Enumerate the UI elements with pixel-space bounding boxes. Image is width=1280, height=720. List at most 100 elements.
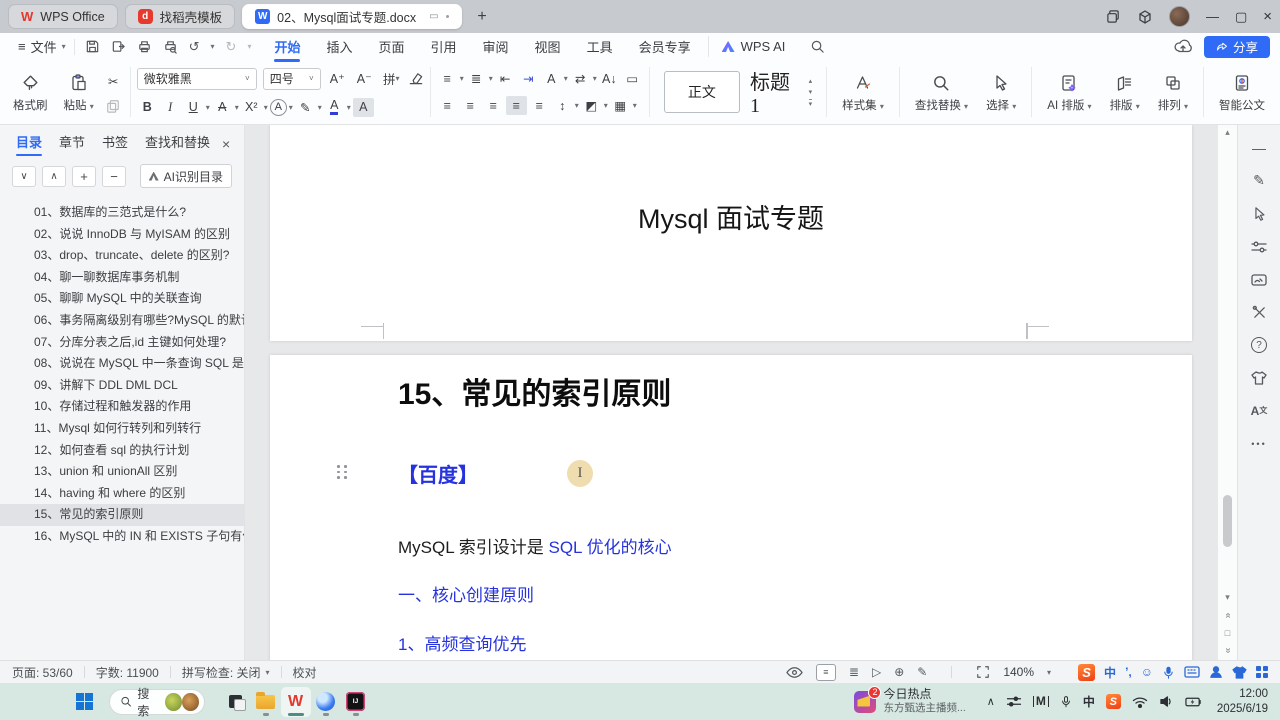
restore-button[interactable]: ▢ <box>1235 9 1247 25</box>
voice-input-icon[interactable] <box>1162 665 1175 680</box>
chevron-down-icon[interactable]: ▾ <box>235 103 239 112</box>
chevron-down-icon[interactable]: ▾ <box>211 42 215 51</box>
task-view-button[interactable] <box>221 687 251 717</box>
number-list-button[interactable]: ≣ <box>466 69 487 88</box>
toc-item[interactable]: 11、Mysql 如何行转列和列转行 <box>0 418 244 440</box>
tray-m-app-icon[interactable]: M <box>1032 695 1049 707</box>
chevron-down-icon[interactable]: ▾ <box>347 103 351 112</box>
tab-wps-office[interactable]: W WPS Office <box>8 4 118 29</box>
collapse-all-button[interactable]: ∧ <box>42 165 66 187</box>
shading-button[interactable]: ◩ <box>581 96 602 115</box>
toc-item[interactable]: 05、聊聊 MySQL 中的关联查询 <box>0 288 244 310</box>
toc-item[interactable]: 01、数据库的三范式是什么? <box>0 202 244 224</box>
italic-button[interactable]: I <box>160 98 181 117</box>
menu-tab[interactable]: 视图 <box>522 34 574 59</box>
select-browse-icon[interactable]: □ <box>1225 628 1230 638</box>
layout-button[interactable]: 排版 ▾ <box>1101 70 1149 115</box>
chevron-down-icon[interactable]: ▾ <box>264 103 268 112</box>
toc-item[interactable]: 04、聊一聊数据库事务机制 <box>0 267 244 289</box>
document-canvas[interactable]: Mysql 面试专题 15、常见的索引原则 【百度】 MySQL 索引设计是 S… <box>245 125 1217 660</box>
browser-button[interactable] <box>311 687 341 717</box>
skin-icon[interactable] <box>1232 665 1247 679</box>
chevron-down-icon[interactable]: ▾ <box>460 74 464 83</box>
font-size-select[interactable]: 四号 ˅ <box>262 67 321 90</box>
pinyin-guide-button[interactable]: 拼 ▾ <box>381 69 402 88</box>
gallery-down-icon[interactable]: ▾ <box>809 88 813 96</box>
print-icon[interactable] <box>137 39 152 54</box>
soft-keyboard-icon[interactable] <box>1184 666 1200 678</box>
upload-cloud-icon[interactable] <box>1174 38 1192 56</box>
style-set-button[interactable]: 样式集 ▾ <box>833 70 893 115</box>
style-normal[interactable]: 正文 <box>663 71 741 113</box>
previous-page-icon[interactable]: « <box>1222 613 1233 619</box>
idea-button[interactable]: IJ <box>341 687 371 717</box>
sidebar-tab[interactable]: 书签 <box>102 128 128 155</box>
minimize-button[interactable]: — <box>1206 9 1219 24</box>
page-indicator[interactable]: 页面: 53/60 <box>12 664 73 681</box>
toc-item[interactable]: 13、union 和 unionAll 区别 <box>0 461 244 483</box>
align-center-button[interactable]: ≡ <box>460 96 481 115</box>
export-icon[interactable] <box>111 39 126 54</box>
expand-all-button[interactable]: ∨ <box>12 165 36 187</box>
sort-button[interactable]: A↓ <box>599 69 620 88</box>
menu-tab[interactable]: 插入 <box>313 34 365 59</box>
text-tool-button[interactable]: A <box>541 69 562 88</box>
tools-icon[interactable] <box>1252 304 1267 321</box>
select-cursor-icon[interactable] <box>1252 205 1267 222</box>
save-icon[interactable] <box>85 39 100 54</box>
document-page-1[interactable]: Mysql 面试专题 <box>270 125 1192 341</box>
tray-mic-icon[interactable] <box>1060 694 1072 709</box>
chevron-down-icon[interactable]: ▾ <box>318 103 322 112</box>
zoom-in-toc-button[interactable]: + <box>72 165 96 187</box>
fit-screen-icon[interactable] <box>976 665 990 679</box>
chevron-down-icon[interactable]: ▾ <box>489 74 493 83</box>
more-tools-icon[interactable]: ••• <box>1251 435 1266 452</box>
next-page-icon[interactable]: » <box>1222 648 1233 654</box>
chevron-down-icon[interactable]: ▾ <box>593 74 597 83</box>
proofread-button[interactable]: 校对 <box>293 664 317 681</box>
smart-doc-button[interactable]: 智能公文 <box>1210 70 1274 115</box>
text-frame-button[interactable]: ▭ <box>622 69 643 88</box>
tab-docer-template[interactable]: d 找稻壳模板 <box>124 4 236 29</box>
menu-tab[interactable]: 工具 <box>574 34 626 59</box>
menu-tab[interactable]: 审阅 <box>470 34 522 59</box>
play-view-icon[interactable]: ▷ <box>872 665 881 679</box>
scroll-up-icon[interactable]: ▴ <box>1218 127 1237 138</box>
menu-tab-wps-ai[interactable]: WPS AI <box>707 36 799 57</box>
toc-item[interactable]: 03、drop、truncate、delete 的区别? <box>0 245 244 267</box>
skin-shirt-icon[interactable] <box>1251 369 1267 386</box>
toc-item[interactable]: 16、MySQL 中的 IN 和 EXISTS 子句有什... <box>0 526 244 548</box>
sidebar-tab[interactable]: 目录 <box>16 128 43 156</box>
style-heading1[interactable]: 标题 1 <box>750 66 799 118</box>
file-menu[interactable]: ≡ 文件 ▾ <box>10 37 74 56</box>
wrap-button[interactable]: ⇄ <box>570 69 591 88</box>
tray-expand-icon[interactable]: ∧ <box>987 695 995 708</box>
toc-item[interactable]: 06、事务隔离级别有哪些?MySQL 的默认... <box>0 310 244 332</box>
close-button[interactable]: × <box>1263 8 1272 25</box>
chevron-down-icon[interactable]: ▾ <box>206 103 210 112</box>
windows-stack-icon[interactable] <box>1106 9 1121 24</box>
strikethrough-button[interactable]: A <box>212 98 233 117</box>
eye-protect-icon[interactable] <box>786 666 803 679</box>
bold-button[interactable]: B <box>137 98 158 117</box>
new-tab-button[interactable]: + <box>469 8 494 26</box>
file-explorer-button[interactable] <box>251 687 281 717</box>
help-icon[interactable]: ? <box>1251 337 1267 353</box>
ai-recognize-toc-button[interactable]: AI识别目录 <box>139 164 232 188</box>
sidebar-close-icon[interactable]: × <box>222 136 230 152</box>
chevron-down-icon[interactable]: ▾ <box>575 101 579 110</box>
taskbar-search[interactable]: 搜索 <box>108 687 205 718</box>
clear-format-icon[interactable] <box>408 71 424 86</box>
outline-view-icon[interactable]: ≣ <box>849 665 859 679</box>
start-button[interactable] <box>76 693 93 710</box>
bullet-list-button[interactable]: ≡ <box>437 69 458 88</box>
char-shading-button[interactable]: A <box>352 97 374 117</box>
sidebar-tab[interactable]: 章节 <box>59 128 85 155</box>
toc-item[interactable]: 09、讲解下 DDL DML DCL <box>0 375 244 397</box>
user-avatar[interactable] <box>1168 6 1190 27</box>
align-right-button[interactable]: ≡ <box>483 96 504 115</box>
edit-pen-icon[interactable]: ✎ <box>1253 172 1265 189</box>
wps-app-button[interactable]: W <box>280 686 311 717</box>
line-spacing-button[interactable]: ↕ <box>552 96 573 115</box>
sogou-logo-icon[interactable]: S <box>1078 663 1096 681</box>
